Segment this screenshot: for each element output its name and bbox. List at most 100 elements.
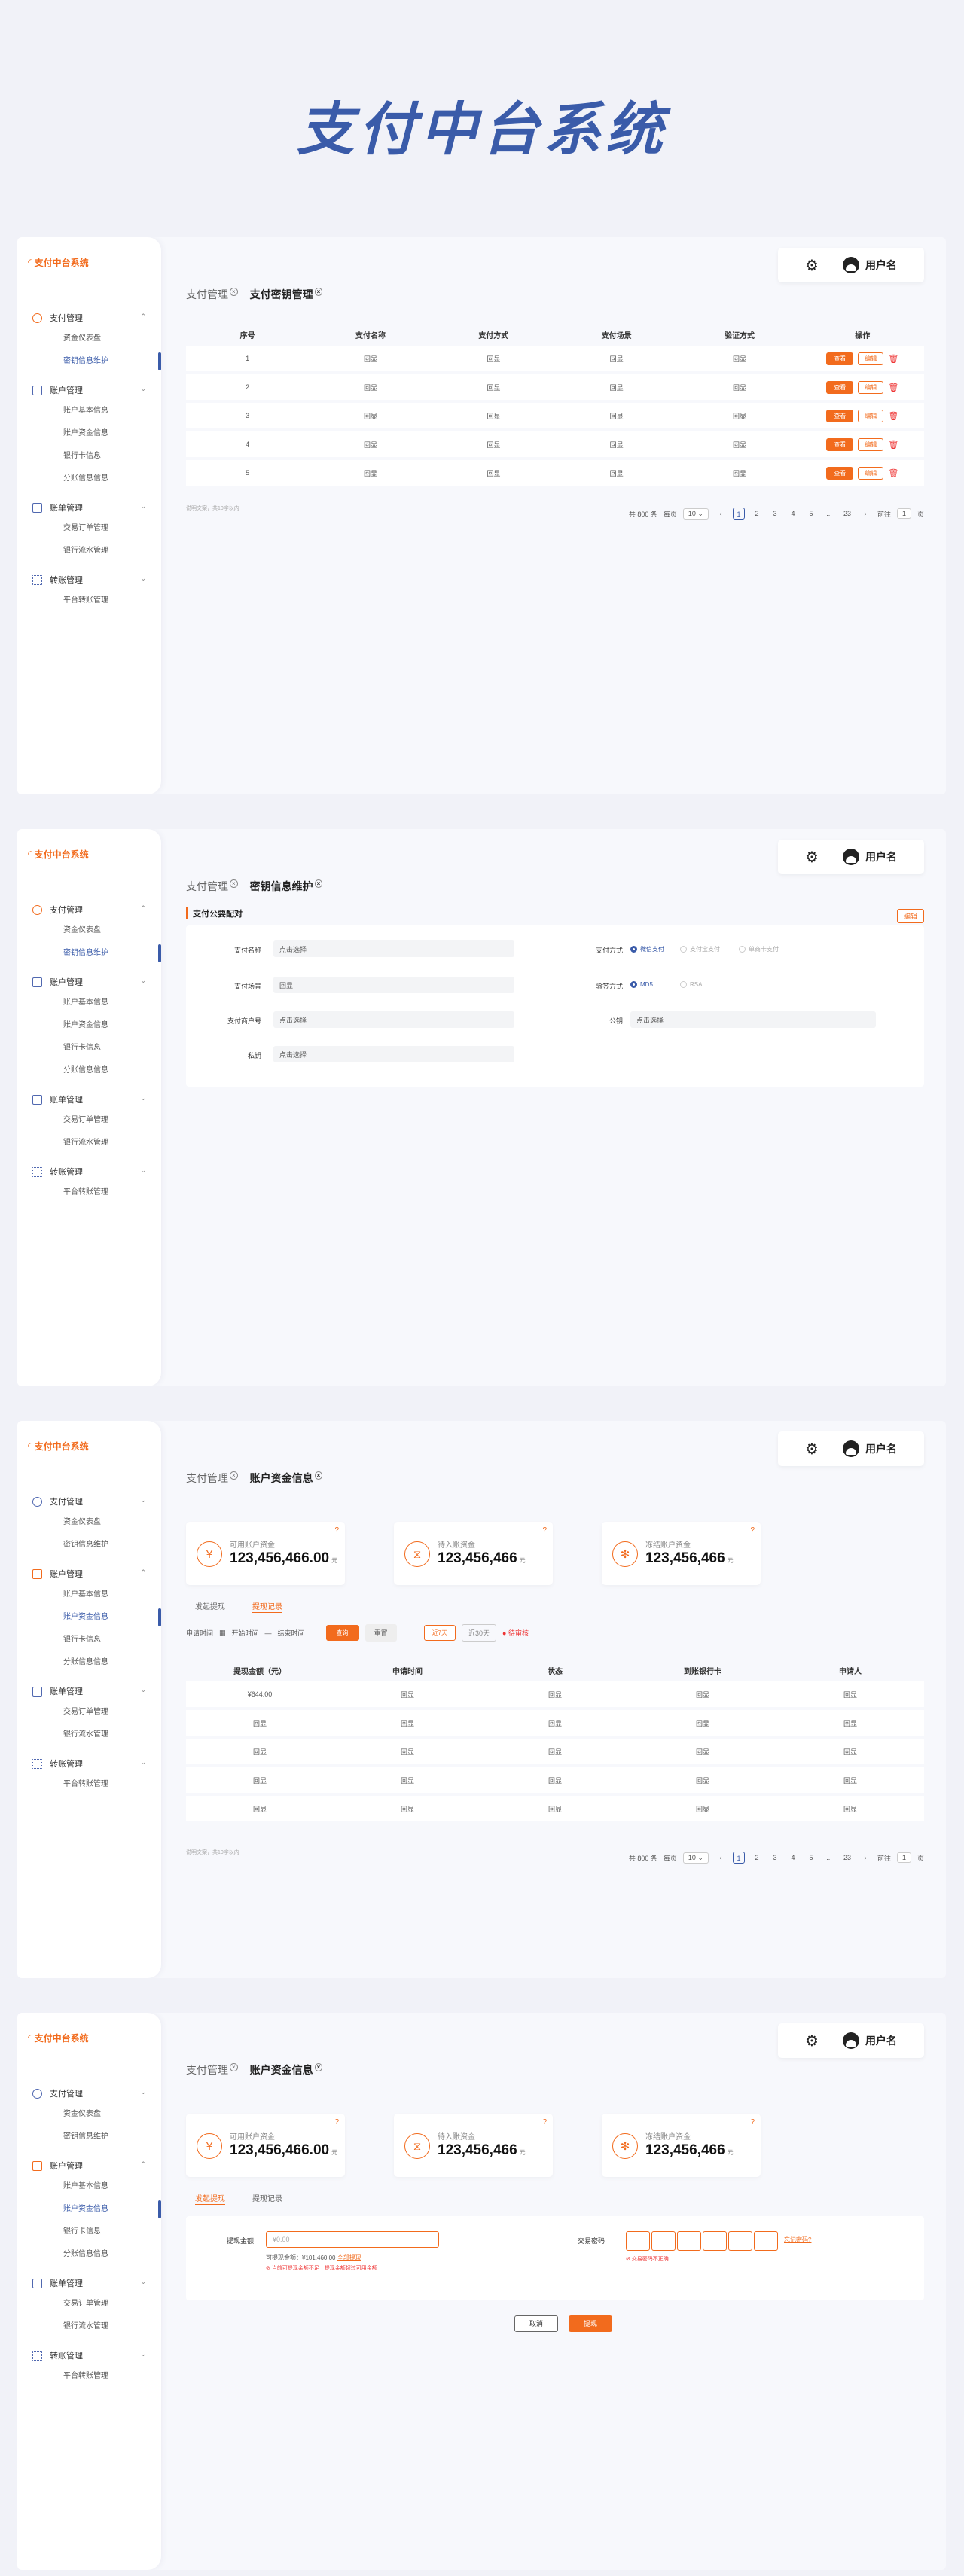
menu-item-platform-transfer[interactable]: 平台转账管理 [17,590,161,612]
menu-group-account[interactable]: 账户管理 ⌄ [17,972,161,992]
menu-item-account-funds[interactable]: 账户资金信息 [17,2198,161,2221]
page-last[interactable]: 23 [841,1852,853,1864]
view-button[interactable]: 查看 [826,409,854,422]
pay-scene-field[interactable]: 回显 [273,977,514,993]
page-1[interactable]: 1 [732,508,745,520]
page-size-select[interactable]: 10 ⌄ [682,1852,709,1864]
crumb-parent[interactable]: 支付管理 × [186,879,238,894]
user-menu[interactable]: 用户名 [842,1440,897,1457]
menu-item-platform-transfer[interactable]: 平台转账管理 [17,2365,161,2388]
help-icon[interactable]: ? [750,2118,755,2126]
page-3[interactable]: 3 [769,508,781,520]
pin-box[interactable] [754,2231,778,2251]
menu-item-bank-card[interactable]: 银行卡信息 [17,1629,161,1651]
crumb-parent[interactable]: 支付管理 × [186,1471,238,1486]
brand-logo[interactable]: ◜ 支付中台系统 [28,1437,89,1454]
menu-item-account-funds[interactable]: 账户资金信息 [17,1014,161,1037]
close-icon[interactable]: × [230,879,238,889]
merchant-select[interactable]: 点击选择 [273,1011,514,1028]
menu-group-transfer[interactable]: 转账管理 ⌄ [17,570,161,590]
menu-group-payment[interactable]: 支付管理 ⌄ [17,2084,161,2103]
menu-item-key-info[interactable]: 密钥信息维护 [17,350,161,373]
amount-input[interactable]: ¥0.00 [266,2231,439,2248]
trash-icon[interactable]: 🗑 [888,440,898,450]
close-icon[interactable]: × [230,288,238,297]
menu-item-bank-card[interactable]: 银行卡信息 [17,1037,161,1059]
menu-item-split[interactable]: 分账信息信息 [17,1059,161,1082]
pin-box[interactable] [703,2231,727,2251]
view-button[interactable]: 查看 [826,352,854,365]
menu-item-split[interactable]: 分账信息信息 [17,468,161,490]
menu-item-dashboard[interactable]: 资金仪表盘 [17,1511,161,1534]
trash-icon[interactable]: 🗑 [888,383,898,392]
edit-button[interactable]: 编辑 [896,909,924,923]
menu-item-key-info[interactable]: 密钥信息维护 [17,942,161,965]
edit-button[interactable]: 编辑 [858,409,884,422]
menu-item-account-basic[interactable]: 账户基本信息 [17,1584,161,1606]
menu-item-platform-transfer[interactable]: 平台转账管理 [17,1181,161,1204]
menu-group-transfer[interactable]: 转账管理 ⌄ [17,1162,161,1181]
page-5[interactable]: 5 [805,508,817,520]
view-button[interactable]: 查看 [826,380,854,394]
gear-icon[interactable]: ⚙ [805,1440,819,1459]
edit-button[interactable]: 编辑 [858,437,884,451]
help-icon[interactable]: ? [750,1526,755,1535]
chip-30-days[interactable]: 近30天 [462,1624,497,1642]
tab-records[interactable]: 提现记录 [252,1600,282,1611]
status-filter[interactable]: ● 待审核 [502,1628,529,1638]
gear-icon[interactable]: ⚙ [805,2032,819,2050]
end-date-input[interactable]: 结束时间 [278,1628,305,1638]
forgot-password-link[interactable]: 忘记密码? [784,2236,811,2244]
pin-box[interactable] [677,2231,701,2251]
pin-box[interactable] [651,2231,676,2251]
menu-item-platform-transfer[interactable]: 平台转账管理 [17,1773,161,1796]
trash-icon[interactable]: 🗑 [888,354,898,364]
edit-button[interactable]: 编辑 [858,380,884,394]
goto-input[interactable]: 1 [896,508,911,519]
menu-item-orders[interactable]: 交易订单管理 [17,517,161,540]
menu-item-bank-flow[interactable]: 银行流水管理 [17,1132,161,1154]
menu-item-bank-card[interactable]: 银行卡信息 [17,445,161,468]
menu-item-orders[interactable]: 交易订单管理 [17,1109,161,1132]
page-5[interactable]: 5 [805,1852,817,1864]
menu-group-payment[interactable]: 支付管理 ⌃ [17,900,161,919]
menu-item-account-funds[interactable]: 账户资金信息 [17,422,161,445]
next-page-icon[interactable]: › [859,1852,871,1864]
edit-button[interactable]: 编辑 [858,466,884,480]
menu-item-orders[interactable]: 交易订单管理 [17,2293,161,2315]
public-key-select[interactable]: 点击选择 [630,1011,876,1028]
brand-logo[interactable]: ◜ 支付中台系统 [28,846,89,862]
menu-group-bill[interactable]: 账单管理 ⌄ [17,2273,161,2293]
page-4[interactable]: 4 [787,508,799,520]
menu-item-orders[interactable]: 交易订单管理 [17,1701,161,1724]
close-icon[interactable]: × [314,2063,323,2072]
password-boxes[interactable] [626,2231,778,2251]
crumb-parent[interactable]: 支付管理 × [186,287,238,302]
page-3[interactable]: 3 [769,1852,781,1864]
goto-input[interactable]: 1 [896,1852,911,1863]
menu-item-key-info[interactable]: 密钥信息维护 [17,2126,161,2148]
menu-item-account-basic[interactable]: 账户基本信息 [17,400,161,422]
brand-logo[interactable]: ◜ 支付中台系统 [28,254,89,270]
trash-icon[interactable]: 🗑 [888,468,898,478]
close-icon[interactable]: × [314,1471,323,1480]
user-menu[interactable]: 用户名 [842,257,897,273]
close-icon[interactable]: × [230,2063,238,2072]
menu-item-split[interactable]: 分账信息信息 [17,2243,161,2266]
withdraw-all-link[interactable]: 全部提现 [337,2254,362,2261]
view-button[interactable]: 查看 [826,437,854,451]
menu-item-key-info[interactable]: 密钥信息维护 [17,1534,161,1556]
menu-group-transfer[interactable]: 转账管理 ⌄ [17,1754,161,1773]
menu-item-bank-flow[interactable]: 银行流水管理 [17,2315,161,2338]
menu-item-bank-flow[interactable]: 银行流水管理 [17,540,161,562]
menu-item-account-basic[interactable]: 账户基本信息 [17,992,161,1014]
close-icon[interactable]: × [230,1471,238,1480]
help-icon[interactable]: ? [334,2118,339,2126]
help-icon[interactable]: ? [542,2118,547,2126]
menu-group-account[interactable]: 账户管理 ⌃ [17,1564,161,1584]
start-date-input[interactable]: 开始时间 [232,1628,259,1638]
trash-icon[interactable]: 🗑 [888,411,898,421]
next-page-icon[interactable]: › [859,508,871,520]
help-icon[interactable]: ? [542,1526,547,1535]
radio-rsa[interactable]: RSA [680,981,702,988]
